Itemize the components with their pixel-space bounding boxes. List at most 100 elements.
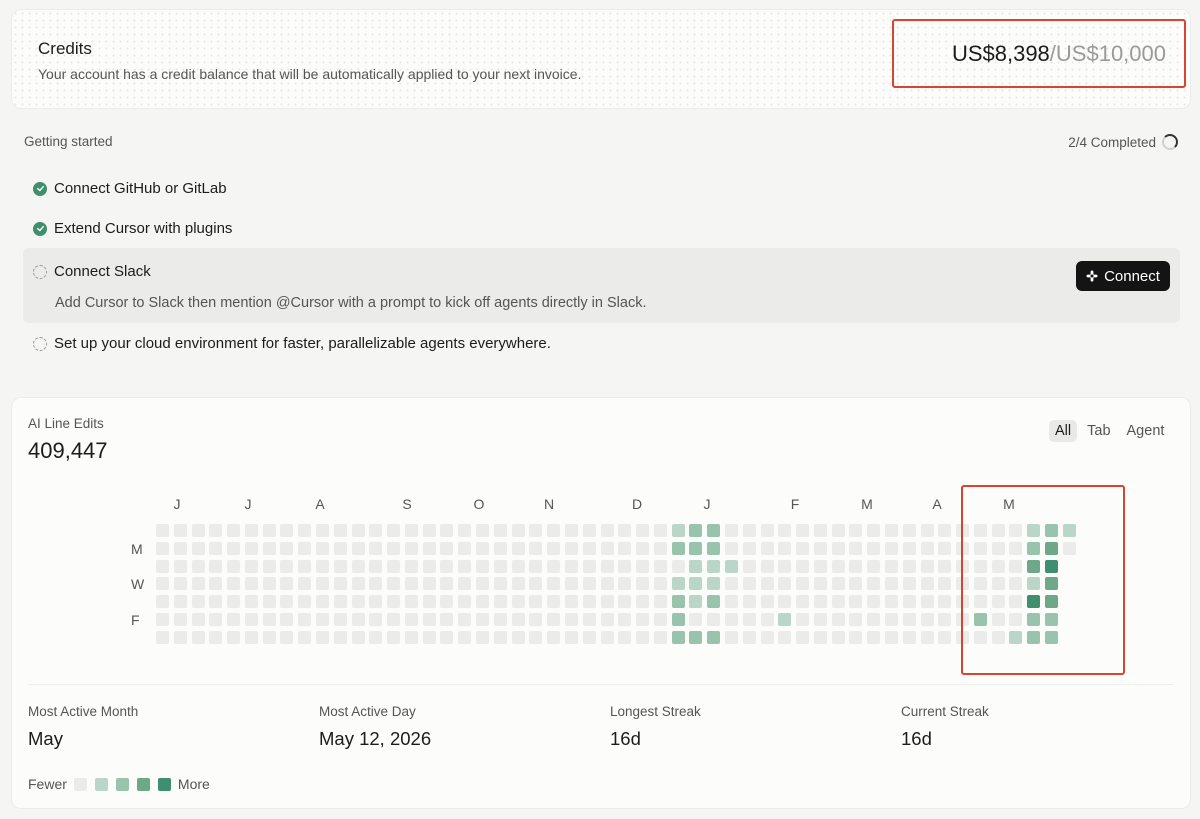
heatmap-cell[interactable] bbox=[867, 631, 880, 644]
heatmap-cell[interactable] bbox=[689, 595, 702, 608]
heatmap-cell[interactable] bbox=[849, 631, 862, 644]
heatmap-cell[interactable] bbox=[387, 560, 400, 573]
heatmap-cell[interactable] bbox=[458, 577, 471, 590]
heatmap-cell[interactable] bbox=[921, 631, 934, 644]
heatmap-cell[interactable] bbox=[440, 595, 453, 608]
heatmap-cell[interactable] bbox=[814, 542, 827, 555]
heatmap-cell[interactable] bbox=[885, 560, 898, 573]
heatmap-cell[interactable] bbox=[280, 595, 293, 608]
heatmap-cell[interactable] bbox=[316, 542, 329, 555]
heatmap-cell[interactable] bbox=[601, 595, 614, 608]
heatmap-cell[interactable] bbox=[707, 577, 720, 590]
heatmap-cell[interactable] bbox=[529, 595, 542, 608]
heatmap-cell[interactable] bbox=[689, 613, 702, 626]
heatmap-cell[interactable] bbox=[618, 524, 631, 537]
heatmap-cell[interactable] bbox=[547, 560, 560, 573]
heatmap-cell[interactable] bbox=[583, 577, 596, 590]
heatmap-cell[interactable] bbox=[565, 577, 578, 590]
heatmap-cell[interactable] bbox=[334, 524, 347, 537]
heatmap-cell[interactable] bbox=[636, 577, 649, 590]
heatmap-cell[interactable] bbox=[725, 560, 738, 573]
heatmap-cell[interactable] bbox=[245, 613, 258, 626]
heatmap-cell[interactable] bbox=[672, 613, 685, 626]
heatmap-cell[interactable] bbox=[921, 595, 934, 608]
heatmap-cell[interactable] bbox=[547, 542, 560, 555]
heatmap-cell[interactable] bbox=[565, 560, 578, 573]
heatmap-cell[interactable] bbox=[494, 542, 507, 555]
heatmap-cell[interactable] bbox=[832, 560, 845, 573]
heatmap-cell[interactable] bbox=[867, 595, 880, 608]
heatmap-cell[interactable] bbox=[618, 577, 631, 590]
heatmap-cell[interactable] bbox=[298, 577, 311, 590]
heatmap-cell[interactable] bbox=[280, 613, 293, 626]
heatmap-cell[interactable] bbox=[743, 577, 756, 590]
heatmap-cell[interactable] bbox=[209, 577, 222, 590]
heatmap-cell[interactable] bbox=[814, 524, 827, 537]
heatmap-cell[interactable] bbox=[458, 542, 471, 555]
filter-tab[interactable]: Tab bbox=[1081, 420, 1116, 442]
heatmap-cell[interactable] bbox=[334, 577, 347, 590]
heatmap-cell[interactable] bbox=[565, 631, 578, 644]
heatmap-cell[interactable] bbox=[352, 542, 365, 555]
heatmap-cell[interactable] bbox=[636, 560, 649, 573]
heatmap-cell[interactable] bbox=[601, 524, 614, 537]
heatmap-cell[interactable] bbox=[867, 613, 880, 626]
heatmap-cell[interactable] bbox=[476, 524, 489, 537]
heatmap-cell[interactable] bbox=[849, 560, 862, 573]
heatmap-cell[interactable] bbox=[423, 560, 436, 573]
heatmap-cell[interactable] bbox=[316, 577, 329, 590]
heatmap-cell[interactable] bbox=[885, 524, 898, 537]
heatmap-cell[interactable] bbox=[529, 613, 542, 626]
heatmap-cell[interactable] bbox=[725, 542, 738, 555]
heatmap-cell[interactable] bbox=[636, 631, 649, 644]
heatmap-cell[interactable] bbox=[921, 524, 934, 537]
heatmap-cell[interactable] bbox=[743, 524, 756, 537]
heatmap-cell[interactable] bbox=[316, 595, 329, 608]
heatmap-cell[interactable] bbox=[778, 631, 791, 644]
heatmap-cell[interactable] bbox=[938, 631, 951, 644]
heatmap-cell[interactable] bbox=[263, 524, 276, 537]
heatmap-cell[interactable] bbox=[761, 524, 774, 537]
heatmap-cell[interactable] bbox=[618, 560, 631, 573]
heatmap-cell[interactable] bbox=[440, 631, 453, 644]
heatmap-cell[interactable] bbox=[476, 577, 489, 590]
heatmap-cell[interactable] bbox=[903, 631, 916, 644]
heatmap-cell[interactable] bbox=[174, 560, 187, 573]
heatmap-cell[interactable] bbox=[601, 560, 614, 573]
heatmap-cell[interactable] bbox=[298, 560, 311, 573]
heatmap-cell[interactable] bbox=[849, 524, 862, 537]
heatmap-cell[interactable] bbox=[547, 577, 560, 590]
heatmap-cell[interactable] bbox=[725, 631, 738, 644]
heatmap-cell[interactable] bbox=[298, 542, 311, 555]
heatmap-cell[interactable] bbox=[672, 631, 685, 644]
heatmap-cell[interactable] bbox=[423, 613, 436, 626]
heatmap-cell[interactable] bbox=[654, 577, 667, 590]
heatmap-cell[interactable] bbox=[654, 631, 667, 644]
heatmap-cell[interactable] bbox=[601, 577, 614, 590]
task-cloud-environment[interactable]: Set up your cloud environment for faster… bbox=[33, 335, 551, 352]
heatmap-cell[interactable] bbox=[938, 560, 951, 573]
heatmap-cell[interactable] bbox=[405, 595, 418, 608]
heatmap-cell[interactable] bbox=[796, 577, 809, 590]
heatmap-cell[interactable] bbox=[174, 595, 187, 608]
heatmap-cell[interactable] bbox=[672, 560, 685, 573]
heatmap-cell[interactable] bbox=[867, 524, 880, 537]
heatmap-cell[interactable] bbox=[174, 524, 187, 537]
heatmap-cell[interactable] bbox=[654, 613, 667, 626]
heatmap-cell[interactable] bbox=[743, 560, 756, 573]
heatmap-cell[interactable] bbox=[761, 631, 774, 644]
heatmap-cell[interactable] bbox=[796, 524, 809, 537]
heatmap-cell[interactable] bbox=[352, 577, 365, 590]
heatmap-cell[interactable] bbox=[689, 577, 702, 590]
heatmap-cell[interactable] bbox=[440, 613, 453, 626]
heatmap-cell[interactable] bbox=[245, 595, 258, 608]
heatmap-cell[interactable] bbox=[707, 560, 720, 573]
heatmap-cell[interactable] bbox=[352, 595, 365, 608]
heatmap-cell[interactable] bbox=[565, 542, 578, 555]
heatmap-cell[interactable] bbox=[618, 613, 631, 626]
heatmap-cell[interactable] bbox=[209, 542, 222, 555]
heatmap-cell[interactable] bbox=[743, 613, 756, 626]
heatmap-cell[interactable] bbox=[547, 524, 560, 537]
heatmap-cell[interactable] bbox=[334, 560, 347, 573]
heatmap-cell[interactable] bbox=[743, 542, 756, 555]
